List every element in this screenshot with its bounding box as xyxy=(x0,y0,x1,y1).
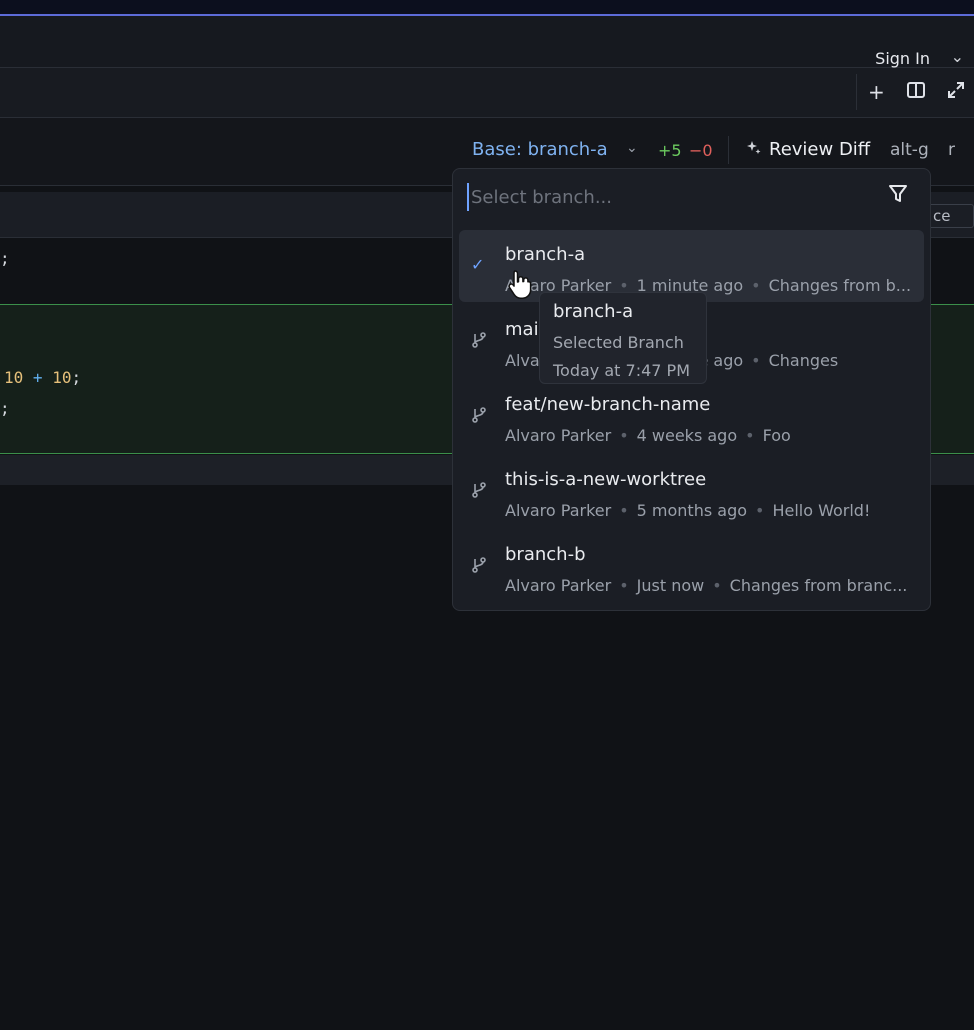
code-line: ; xyxy=(0,249,10,268)
deletions-count: −0 xyxy=(689,141,713,160)
sparkle-icon xyxy=(747,141,761,154)
git-branch-icon xyxy=(471,481,487,503)
shortcut-hint-key: r xyxy=(948,140,955,160)
branch-name: feat/new-branch-name xyxy=(505,394,711,415)
branch-item[interactable]: this-is-a-new-worktree Alvaro Parker • 5 m… xyxy=(459,455,924,527)
toolbar-divider xyxy=(856,74,857,110)
split-pane-icon[interactable] xyxy=(906,80,926,105)
chevron-down-icon[interactable]: ⌄ xyxy=(626,140,638,156)
git-branch-icon xyxy=(471,331,487,353)
base-branch-selector[interactable]: Base: branch-a xyxy=(472,139,608,160)
code-line: ; xyxy=(0,399,10,418)
branch-meta: Alvaro Parker • 5 months ago • Hello World! xyxy=(505,501,871,520)
branch-item[interactable]: feat/new-branch-name Alvaro Parker • 4 wee… xyxy=(459,380,924,452)
branch-meta: Alvaro Parker • Just now • Changes from bran… xyxy=(505,576,908,595)
sign-in-button[interactable]: Sign In xyxy=(875,49,930,68)
additions-count: +5 xyxy=(658,141,682,160)
branch-name: this-is-a-new-worktree xyxy=(505,469,707,490)
maximize-icon[interactable] xyxy=(946,80,966,105)
tooltip-subtitle: Selected Branch xyxy=(553,333,684,352)
branch-search-input[interactable] xyxy=(467,183,873,211)
branch-meta: Alvaro Parker • 4 weeks ago • Foo xyxy=(505,426,791,445)
tooltip-time: Today at 7:47 PM xyxy=(553,361,690,380)
shortcut-hint: alt-g xyxy=(890,140,929,160)
branch-item[interactable]: branch-b Alvaro Parker • Just now • Changes … xyxy=(459,530,924,602)
review-diff-button[interactable]: Review Diff xyxy=(745,139,870,160)
review-diff-label: Review Diff xyxy=(769,139,871,160)
tooltip-title: branch-a xyxy=(553,301,634,322)
header-divider xyxy=(728,136,729,164)
branch-name: branch-a xyxy=(505,244,586,265)
branch-name: branch-b xyxy=(505,544,586,565)
hand-pointer-icon xyxy=(508,270,532,299)
top-accent-line xyxy=(0,0,974,16)
git-branch-icon xyxy=(471,406,487,428)
filter-icon[interactable] xyxy=(888,183,908,210)
plus-icon[interactable]: + xyxy=(868,80,885,104)
toolbar xyxy=(0,68,974,118)
title-bar: Sign In ⌄ xyxy=(0,16,974,68)
code-line: 10 + 10; xyxy=(4,368,82,387)
check-icon: ✓ xyxy=(471,255,485,274)
chevron-down-icon[interactable]: ⌄ xyxy=(951,47,964,66)
file-action-button[interactable]: ce xyxy=(928,204,974,228)
branch-tooltip: branch-a Selected Branch Today at 7:47 P… xyxy=(539,292,707,384)
git-branch-icon xyxy=(471,556,487,578)
